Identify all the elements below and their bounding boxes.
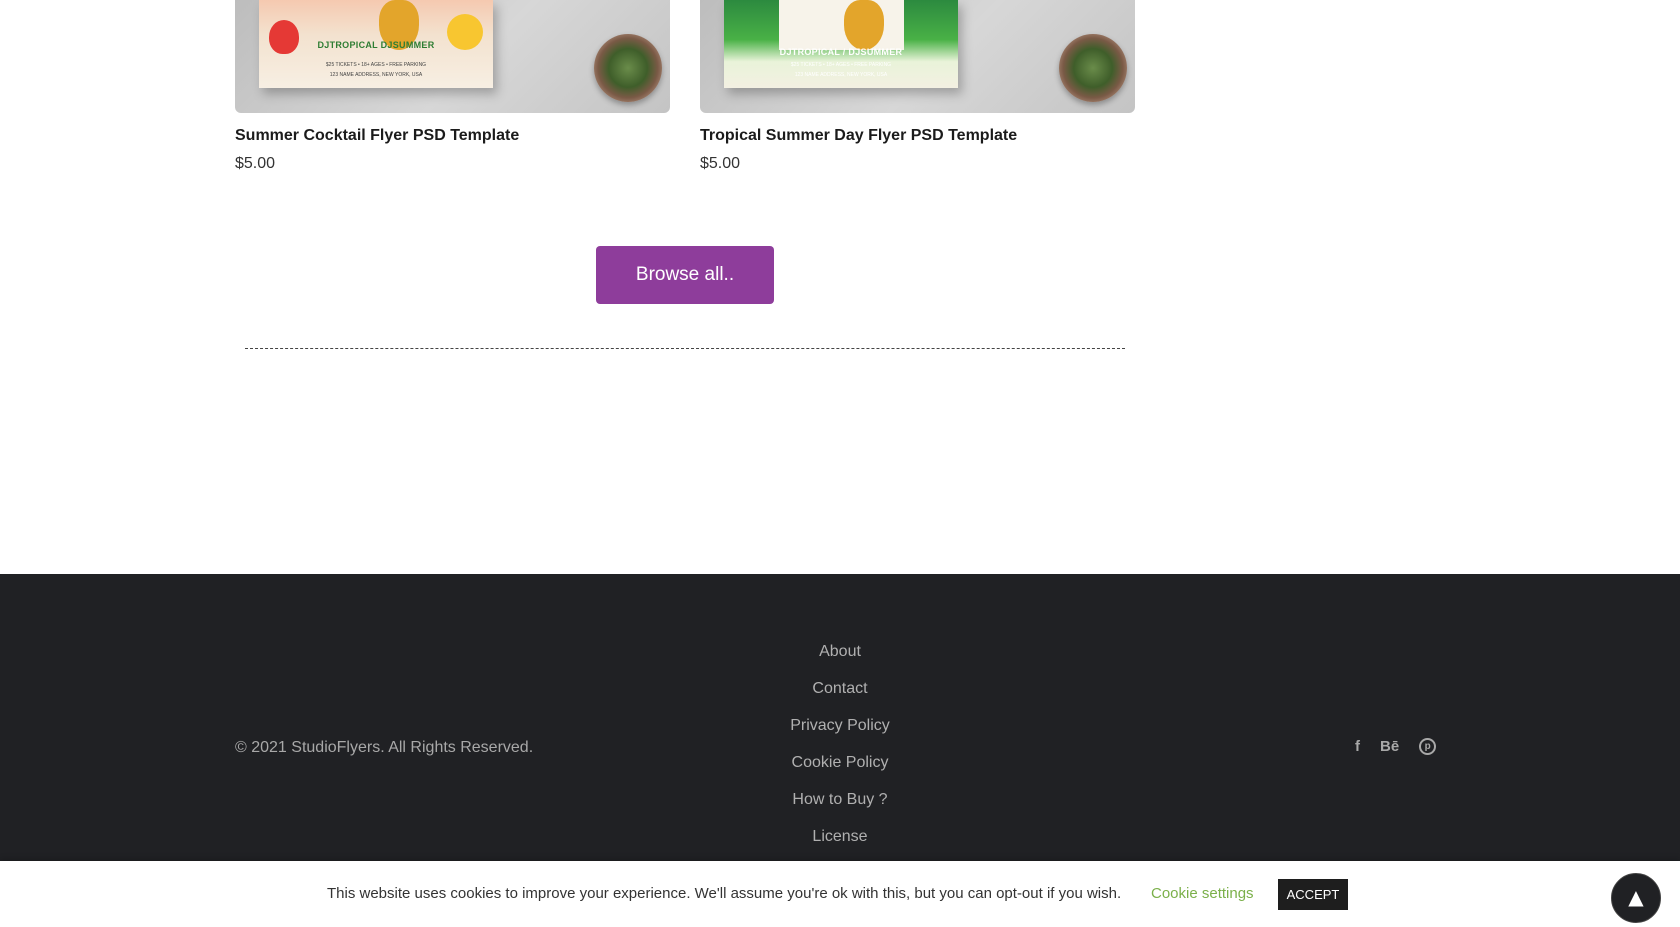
- footer-nav: About Contact Privacy Policy Cookie Poli…: [740, 642, 940, 864]
- social-links: f Bē p: [1355, 738, 1437, 755]
- product-thumbnail[interactable]: DJTROPICAL DJSUMMER $25 TICKETS • 18+ AG…: [235, 0, 670, 113]
- product-title[interactable]: Summer Cocktail Flyer PSD Template: [235, 127, 670, 145]
- flyer-headline: DJTROPICAL DJSUMMER: [317, 40, 435, 50]
- product-title[interactable]: Tropical Summer Day Flyer PSD Template: [700, 127, 1135, 145]
- product-price: $5.00: [235, 155, 276, 172]
- flyer-info-line: $25 TICKETS • 18+ AGES • FREE PARKING: [325, 62, 427, 68]
- succulent-plant-graphic: [594, 34, 662, 102]
- flyer-title-banner: [779, 0, 904, 50]
- flyer-headline: DJTROPICAL / DJSUMMER: [779, 47, 903, 57]
- footer-link-license[interactable]: License: [740, 827, 940, 864]
- cookie-consent-bar: This website uses cookies to improve you…: [0, 861, 1680, 927]
- flyer-address-line: 123 NAME ADDRESS, NEW YORK, USA: [329, 72, 423, 78]
- product-thumbnail[interactable]: DJTROPICAL / DJSUMMER $25 TICKETS • 18+ …: [700, 0, 1135, 113]
- product-card[interactable]: DJTROPICAL / DJSUMMER $25 TICKETS • 18+ …: [700, 0, 1135, 173]
- cookie-settings-link[interactable]: Cookie settings: [1151, 885, 1254, 902]
- pineapple-graphic: [844, 0, 884, 50]
- footer-link-cookie-policy[interactable]: Cookie Policy: [740, 753, 940, 790]
- cookie-notice-text: This website uses cookies to improve you…: [327, 885, 1122, 902]
- accept-cookies-button[interactable]: ACCEPT: [1278, 879, 1348, 910]
- flyer-preview: DJTROPICAL / DJSUMMER $25 TICKETS • 18+ …: [724, 0, 958, 88]
- product-price: $5.00: [700, 155, 741, 172]
- footer-link-contact[interactable]: Contact: [740, 679, 940, 716]
- related-products: DJTROPICAL DJSUMMER $25 TICKETS • 18+ AG…: [235, 0, 1135, 180]
- footer-link-about[interactable]: About: [740, 642, 940, 679]
- back-to-top-button[interactable]: ▲: [1611, 873, 1661, 923]
- copyright-text: © 2021 StudioFlyers. All Rights Reserved…: [235, 739, 534, 756]
- section-divider: [245, 348, 1125, 349]
- product-card[interactable]: DJTROPICAL DJSUMMER $25 TICKETS • 18+ AG…: [235, 0, 670, 173]
- footer-link-privacy-policy[interactable]: Privacy Policy: [740, 716, 940, 753]
- succulent-plant-graphic: [1059, 34, 1127, 102]
- footer-link-how-to-buy[interactable]: How to Buy ?: [740, 790, 940, 827]
- flyer-info-line: $25 TICKETS • 18+ AGES • FREE PARKING: [790, 62, 892, 68]
- flyer-address-line: 123 NAME ADDRESS, NEW YORK, USA: [794, 72, 888, 78]
- pinterest-icon[interactable]: p: [1419, 738, 1437, 755]
- flyer-preview: DJTROPICAL DJSUMMER $25 TICKETS • 18+ AG…: [259, 0, 493, 88]
- behance-icon[interactable]: Bē: [1380, 738, 1399, 755]
- arrow-up-icon: ▲: [1628, 885, 1644, 909]
- facebook-icon[interactable]: f: [1355, 738, 1360, 755]
- browse-all-button[interactable]: Browse all..: [596, 246, 774, 304]
